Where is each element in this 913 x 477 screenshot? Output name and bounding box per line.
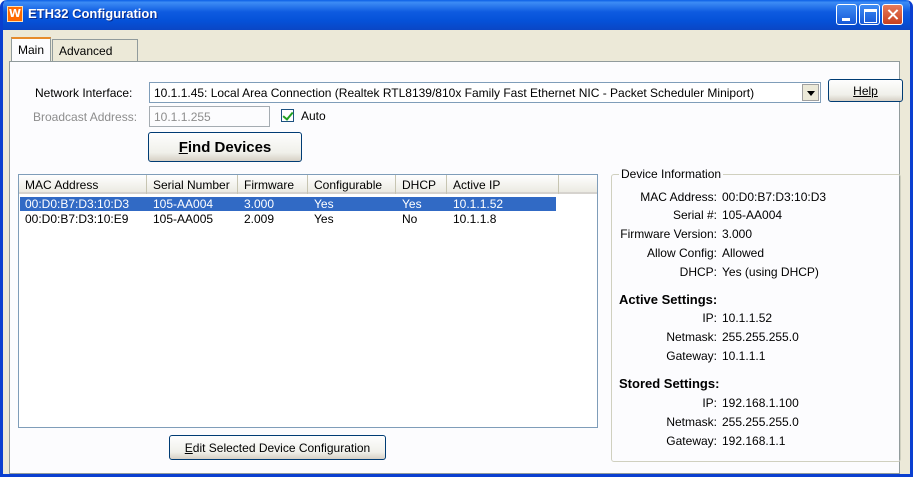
row-dhcp: Yes: [402, 197, 422, 211]
stored-gateway-label: Gateway:: [666, 434, 717, 448]
column-dhcp[interactable]: DHCP: [396, 175, 447, 194]
info-firmware-label: Firmware Version:: [620, 227, 717, 241]
row-active-ip: 10.1.1.52: [453, 197, 504, 211]
info-serial-label: Serial #:: [672, 208, 717, 222]
active-settings-heading: Active Settings:: [619, 292, 718, 307]
column-configurable[interactable]: Configurable: [308, 175, 396, 194]
table-row[interactable]: 00:D0:B7:D3:10:D3 105-AA004 3.000 Yes Ye…: [20, 197, 556, 211]
row-dhcp: No: [402, 212, 418, 226]
info-allow-config-label: Allow Config:: [646, 246, 717, 260]
window-title: ETH32 Configuration: [28, 6, 158, 21]
edit-accel: E: [184, 441, 193, 455]
app-icon[interactable]: W: [7, 6, 23, 22]
close-button[interactable]: [882, 4, 903, 25]
stored-ip-value: 192.168.1.100: [722, 396, 799, 410]
find-devices-label: ind Devices: [187, 139, 272, 156]
active-netmask-value: 255.255.255.0: [722, 330, 799, 344]
maximize-button[interactable]: [859, 4, 880, 25]
stored-settings-heading: Stored Settings:: [619, 376, 720, 391]
column-active-ip[interactable]: Active IP: [447, 175, 559, 194]
device-list-header: MAC Address Serial Number Firmware Confi…: [19, 175, 597, 194]
column-firmware[interactable]: Firmware: [238, 175, 308, 194]
active-netmask-label: Netmask:: [666, 330, 717, 344]
row-mac: 00:D0:B7:D3:10:E9: [25, 212, 129, 226]
edit-label: dit Selected Device Configuration: [192, 441, 371, 455]
column-serial-number[interactable]: Serial Number: [147, 175, 238, 194]
row-configurable: Yes: [314, 197, 334, 211]
row-serial: 105-AA005: [153, 212, 214, 226]
edit-selected-device-button[interactable]: Edit Selected Device Configuration: [169, 435, 386, 460]
row-active-ip: 10.1.1.8: [453, 212, 497, 226]
info-mac-value: 00:D0:B7:D3:10:D3: [722, 190, 827, 204]
table-row[interactable]: 00:D0:B7:D3:10:E9 105-AA005 2.009 Yes No…: [20, 212, 556, 226]
chevron-down-icon[interactable]: [802, 84, 819, 101]
tab-main[interactable]: Main: [11, 37, 51, 61]
row-serial: 105-AA004: [153, 197, 214, 211]
row-configurable: Yes: [314, 212, 334, 226]
device-information-title: Device Information: [619, 167, 724, 181]
info-dhcp-label: DHCP:: [679, 265, 717, 279]
title-bar[interactable]: W ETH32 Configuration: [3, 0, 910, 30]
row-firmware: 2.009: [244, 212, 275, 226]
stored-ip-label: IP:: [702, 396, 717, 410]
active-ip-value: 10.1.1.52: [722, 311, 773, 325]
broadcast-address-label: Broadcast Address:: [33, 110, 138, 124]
info-mac-label: MAC Address:: [640, 190, 717, 204]
stored-netmask-value: 255.255.255.0: [722, 415, 799, 429]
info-allow-config-value: Allowed: [722, 246, 765, 260]
info-dhcp-value: Yes (using DHCP): [722, 265, 819, 279]
auto-checkbox[interactable]: [281, 109, 294, 122]
help-button[interactable]: Help: [828, 79, 903, 102]
column-mac-address[interactable]: MAC Address: [19, 175, 147, 194]
info-firmware-value: 3.000: [722, 227, 753, 241]
row-firmware: 3.000: [244, 197, 275, 211]
device-list[interactable]: MAC Address Serial Number Firmware Confi…: [18, 174, 598, 428]
minimize-button[interactable]: [836, 4, 857, 25]
find-devices-button[interactable]: Find Devices: [148, 132, 302, 162]
tab-advanced[interactable]: Advanced: [52, 39, 138, 61]
stored-netmask-label: Netmask:: [666, 415, 717, 429]
auto-label: Auto: [301, 109, 326, 123]
info-serial-value: 105-AA004: [722, 208, 783, 222]
broadcast-address-input[interactable]: 10.1.1.255: [149, 106, 270, 127]
row-mac: 00:D0:B7:D3:10:D3: [25, 197, 130, 211]
active-gateway-label: Gateway:: [666, 349, 717, 363]
network-interface-value: 10.1.1.45: Local Area Connection (Realte…: [154, 86, 755, 100]
active-ip-label: IP:: [702, 311, 717, 325]
find-devices-accel: F: [178, 139, 188, 156]
stored-gateway-value: 192.168.1.1: [722, 434, 786, 448]
active-gateway-value: 10.1.1.1: [722, 349, 766, 363]
network-interface-label: Network Interface:: [35, 86, 133, 100]
network-interface-select[interactable]: 10.1.1.45: Local Area Connection (Realte…: [149, 82, 821, 103]
